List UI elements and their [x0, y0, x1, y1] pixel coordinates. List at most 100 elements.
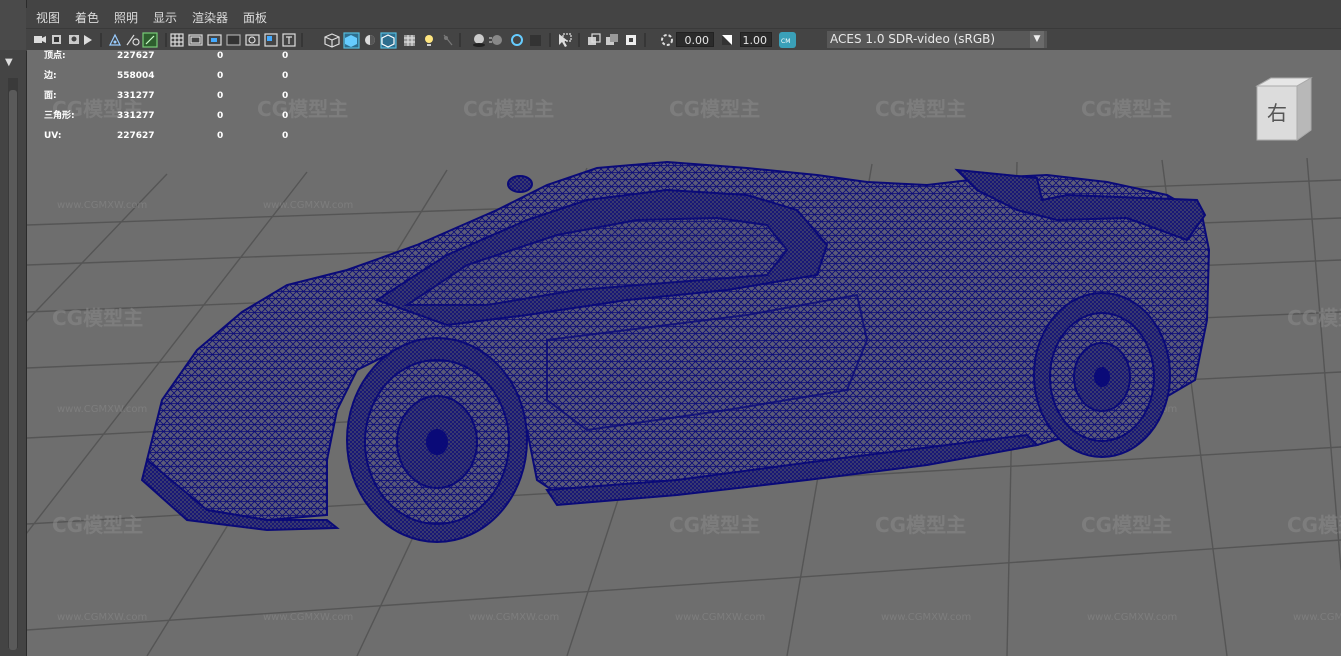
stat-label-triangles: 三角形: — [44, 111, 75, 121]
watermark-logo: CG模型主 — [875, 97, 966, 121]
xray-icon[interactable] — [588, 33, 601, 45]
left-panel-header — [0, 0, 26, 50]
smooth-shade-icon[interactable] — [343, 32, 360, 49]
xray-components-icon[interactable] — [626, 35, 636, 45]
color-space-dropdown[interactable]: ACES 1.0 SDR-video (sRGB) ▼ — [827, 31, 1047, 48]
stat-label-edges: 边: — [44, 71, 57, 81]
watermark-logo: CG模型主 — [463, 97, 554, 121]
use-all-lights-icon[interactable] — [425, 35, 433, 46]
shadows-icon[interactable] — [443, 34, 453, 46]
depth-of-field-icon[interactable] — [530, 35, 541, 46]
color-space-label: ACES 1.0 SDR-video (sRGB) — [830, 32, 996, 46]
stat-label-vertices: 顶点: — [44, 51, 66, 61]
panel-collapse-arrow-icon[interactable]: ▼ — [5, 58, 13, 68]
2d-pan-zoom-icon[interactable] — [109, 33, 121, 46]
stat-label-faces: 面: — [44, 91, 57, 101]
stat-value: 0 — [217, 131, 224, 141]
grid-toggle-icon[interactable] — [170, 33, 184, 47]
motion-blur-icon[interactable] — [489, 35, 502, 45]
gamma-field[interactable]: 1.00 — [740, 32, 772, 47]
viewcube[interactable]: 右 — [1249, 74, 1319, 144]
left-scrollbar-thumb[interactable] — [9, 90, 17, 650]
camera-attributes-icon[interactable] — [52, 35, 61, 44]
color-management-icon[interactable]: CM — [779, 32, 796, 48]
left-panel: ▼ — [0, 0, 27, 656]
stat-value: 0 — [282, 71, 289, 81]
select-camera-icon[interactable] — [34, 36, 46, 43]
panel-menubar: 视图 着色 照明 显示 渲染器 面板 — [26, 8, 1341, 28]
watermark-logo: CG模型主 — [52, 306, 143, 330]
menu-view[interactable]: 视图 — [36, 9, 60, 27]
textured-icon[interactable] — [404, 35, 415, 46]
watermark-url: www.CGMXW.com — [57, 200, 147, 211]
bookmarks-icon[interactable] — [69, 35, 79, 44]
resolution-gate-icon[interactable] — [207, 34, 222, 46]
stat-value: 0 — [217, 51, 224, 61]
panel-toolbar: CM 0.00 1.00 ACES 1.0 SDR-video (sRGB) ▼ — [26, 28, 1341, 51]
watermark-url: www.CGMXW.com — [263, 200, 353, 211]
watermark-logo: CG模型主 — [1287, 306, 1341, 330]
viewcube-face-label: 右 — [1267, 101, 1287, 125]
wireframe-shading-icon[interactable] — [324, 33, 340, 48]
front-wheel — [346, 337, 528, 543]
stat-label-uvs: UV: — [44, 131, 62, 141]
stat-value: 0 — [217, 91, 224, 101]
watermark-logo: CG模型主 — [1081, 513, 1172, 537]
stat-value: 0 — [282, 51, 289, 61]
stat-value: 558004 — [117, 71, 155, 81]
grease-pencil-icon[interactable] — [126, 34, 140, 46]
menu-show[interactable]: 显示 — [153, 9, 177, 27]
watermark-url: www.CGMXW.com — [57, 404, 147, 415]
exposure-field[interactable]: 0.00 — [676, 32, 714, 47]
safe-action-icon[interactable] — [264, 33, 278, 47]
field-chart-icon[interactable] — [245, 34, 260, 46]
watermark-logo: CG模型主 — [669, 97, 760, 121]
viewport-scene: CG模型主 CG模型主 CG模型主 CG模型主 CG模型主 CG模型主 CG模型… — [27, 97, 1341, 656]
menu-lighting[interactable]: 照明 — [114, 9, 138, 27]
xray-joints-icon[interactable] — [606, 34, 618, 45]
stat-value: 227627 — [117, 131, 155, 141]
watermark-logo: CG模型主 — [1287, 513, 1341, 537]
default-material-icon[interactable] — [365, 35, 375, 45]
watermark-logo: CG模型主 — [669, 513, 760, 537]
watermark-url: www.CGMXW.com — [469, 612, 559, 623]
rear-wheel — [1033, 292, 1171, 458]
menu-shading[interactable]: 着色 — [75, 9, 99, 27]
car-wireframe-model[interactable] — [140, 160, 1211, 543]
stat-value: 331277 — [117, 91, 155, 101]
film-gate-icon[interactable] — [188, 34, 203, 46]
stat-value: 0 — [282, 91, 289, 101]
svg-text:CM: CM — [781, 38, 790, 45]
safe-title-icon[interactable] — [282, 33, 296, 47]
menu-panels[interactable]: 面板 — [243, 9, 267, 27]
watermark-logo: CG模型主 — [875, 513, 966, 537]
ambient-occlusion-icon[interactable] — [473, 34, 485, 47]
wireframe-on-shaded-icon[interactable] — [380, 32, 397, 49]
watermark-url: www.CGMXW.com — [57, 612, 147, 623]
watermark-logo: CG模型主 — [52, 513, 143, 537]
gate-mask-icon[interactable] — [226, 34, 241, 46]
watermark-url: www.CGMXW.com — [263, 612, 353, 623]
watermark-url: www.CGMXW.com — [881, 612, 971, 623]
wireframe-toggle-icon[interactable] — [142, 32, 158, 48]
stat-value: 0 — [217, 71, 224, 81]
watermark-url: www.CGMXW.com — [1293, 612, 1341, 623]
isolate-select-icon[interactable] — [559, 33, 572, 47]
gamma-icon[interactable] — [722, 35, 732, 45]
stat-value: 0 — [282, 111, 289, 121]
watermark-logo: CG模型主 — [1081, 97, 1172, 121]
exposure-icon[interactable] — [661, 34, 673, 46]
stat-value: 227627 — [117, 51, 155, 61]
image-plane-icon[interactable] — [84, 35, 92, 45]
stat-value: 331277 — [117, 111, 155, 121]
watermark-logo: CG模型主 — [257, 97, 348, 121]
watermark-url: www.CGMXW.com — [1087, 612, 1177, 623]
stat-value: 0 — [282, 131, 289, 141]
3d-viewport[interactable]: CG模型主 CG模型主 CG模型主 CG模型主 CG模型主 CG模型主 CG模型… — [27, 50, 1341, 656]
watermark-url: www.CGMXW.com — [675, 612, 765, 623]
menu-renderer[interactable]: 渲染器 — [192, 9, 228, 27]
side-mirror — [507, 175, 533, 193]
stat-value: 0 — [217, 111, 224, 121]
chevron-down-icon[interactable]: ▼ — [1030, 31, 1044, 48]
anti-aliasing-icon[interactable] — [511, 34, 523, 46]
